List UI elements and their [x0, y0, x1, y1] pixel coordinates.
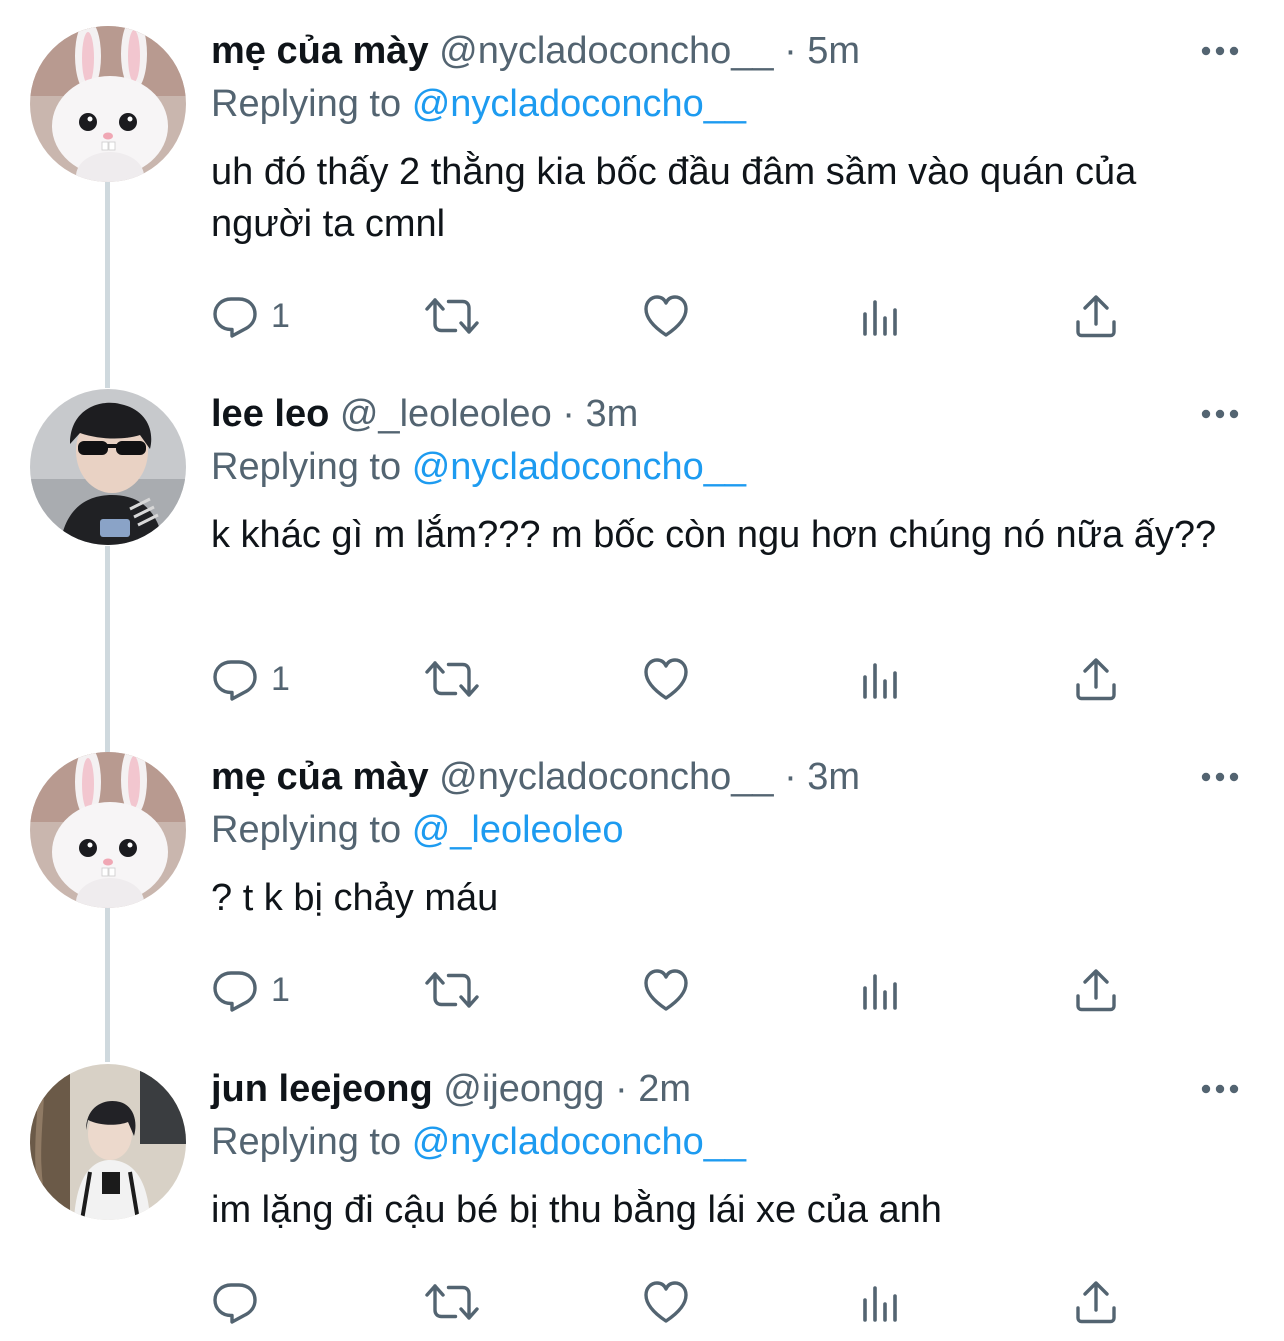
reply-button[interactable]: 1 [211, 288, 290, 344]
user-handle[interactable]: @nycladoconcho__ [439, 30, 773, 72]
reply-icon [211, 966, 259, 1014]
display-name[interactable]: jun leejeong [211, 1068, 433, 1110]
retweet-button[interactable] [424, 1274, 480, 1330]
views-button[interactable] [859, 651, 903, 707]
reply-button[interactable]: 1 [211, 651, 290, 707]
person-room-avatar-icon [30, 1064, 186, 1220]
reply-icon [211, 1278, 259, 1326]
reply-mention-link[interactable]: @nycladoconcho__ [412, 83, 746, 125]
tweet[interactable]: lee leo @_leoleoleo · 3m Replying to @ny… [0, 389, 1284, 719]
more-icon[interactable] [1200, 44, 1240, 58]
share-button[interactable] [1073, 651, 1119, 707]
separator-dot: · [784, 30, 797, 72]
retweet-icon [424, 292, 480, 340]
views-icon [859, 292, 903, 340]
replying-to-label: Replying to [211, 446, 402, 488]
replying-to: Replying to @_leoleoleo [211, 806, 624, 854]
share-button[interactable] [1073, 1274, 1119, 1330]
more-icon[interactable] [1200, 770, 1240, 784]
action-bar: 1 [211, 651, 1131, 707]
views-icon [859, 655, 903, 703]
like-button[interactable] [641, 962, 691, 1018]
replying-to: Replying to @nycladoconcho__ [211, 1118, 746, 1166]
separator-dot: · [562, 393, 575, 435]
tweet[interactable]: jun leejeong @ijeongg · 2m Replying to @… [0, 1064, 1284, 1341]
bunny-avatar-icon [30, 752, 186, 908]
timestamp[interactable]: 5m [807, 30, 860, 72]
reply-icon [211, 655, 259, 703]
like-button[interactable] [641, 651, 691, 707]
reply-button[interactable]: 1 [211, 962, 290, 1018]
share-icon [1073, 655, 1119, 703]
replying-to: Replying to @nycladoconcho__ [211, 443, 746, 491]
timestamp[interactable]: 3m [585, 393, 638, 435]
display-name[interactable]: mẹ của mày [211, 30, 429, 72]
more-icon[interactable] [1200, 1082, 1240, 1096]
like-icon [641, 655, 691, 703]
like-icon [641, 1278, 691, 1326]
replying-to: Replying to @nycladoconcho__ [211, 80, 746, 128]
avatar[interactable] [30, 389, 186, 545]
avatar[interactable] [30, 1064, 186, 1220]
tweet-text: k khác gì m lắm??? m bốc còn ngu hơn chú… [211, 514, 1217, 556]
like-button[interactable] [641, 1274, 691, 1330]
share-icon [1073, 1278, 1119, 1326]
retweet-icon [424, 966, 480, 1014]
retweet-icon [424, 1278, 480, 1326]
person-sunglasses-avatar-icon [30, 389, 186, 545]
like-icon [641, 966, 691, 1014]
timestamp[interactable]: 3m [807, 756, 860, 798]
separator-dot: · [614, 1068, 628, 1110]
share-button[interactable] [1073, 288, 1119, 344]
views-icon [859, 966, 903, 1014]
views-button[interactable] [859, 962, 903, 1018]
views-button[interactable] [859, 1274, 903, 1330]
tweet[interactable]: mẹ của mày @nycladoconcho__ · 5m Replyin… [0, 26, 1284, 356]
replying-to-label: Replying to [211, 1121, 402, 1163]
replying-to-label: Replying to [211, 809, 402, 851]
user-handle[interactable]: @_leoleoleo [340, 393, 552, 435]
action-bar: 1 [211, 288, 1131, 344]
reply-count: 1 [271, 660, 290, 698]
retweet-icon [424, 655, 480, 703]
display-name[interactable]: mẹ của mày [211, 756, 429, 798]
reply-icon [211, 292, 259, 340]
reply-mention-link[interactable]: @_leoleoleo [412, 809, 624, 851]
tweet[interactable]: mẹ của mày @nycladoconcho__ · 3m Replyin… [0, 752, 1284, 1032]
like-button[interactable] [641, 288, 691, 344]
timestamp[interactable]: 2m [638, 1068, 691, 1110]
user-handle[interactable]: @ijeongg [443, 1068, 604, 1110]
more-icon[interactable] [1200, 407, 1240, 421]
tweet-header: lee leo @_leoleoleo · 3m [211, 389, 638, 439]
reply-button[interactable] [211, 1274, 271, 1330]
tweet-header: mẹ của mày @nycladoconcho__ · 3m [211, 752, 860, 802]
retweet-button[interactable] [424, 651, 480, 707]
avatar[interactable] [30, 26, 186, 182]
separator-dot: · [784, 756, 797, 798]
display-name[interactable]: lee leo [211, 393, 329, 435]
avatar[interactable] [30, 752, 186, 908]
views-button[interactable] [859, 288, 903, 344]
share-icon [1073, 292, 1119, 340]
tweet-text: ? t k bị chảy máu [211, 877, 499, 919]
reply-count: 1 [271, 971, 290, 1009]
action-bar [211, 1274, 1131, 1330]
user-handle[interactable]: @nycladoconcho__ [439, 756, 773, 798]
views-icon [859, 1278, 903, 1326]
share-icon [1073, 966, 1119, 1014]
bunny-avatar-icon [30, 26, 186, 182]
tweet-text: im lặng đi cậu bé bị thu bằng lái xe của… [211, 1189, 942, 1231]
reply-mention-link[interactable]: @nycladoconcho__ [412, 1121, 746, 1163]
tweet-header: jun leejeong @ijeongg · 2m [211, 1064, 691, 1114]
tweet-header: mẹ của mày @nycladoconcho__ · 5m [211, 26, 860, 76]
action-bar: 1 [211, 962, 1131, 1018]
retweet-button[interactable] [424, 962, 480, 1018]
replying-to-label: Replying to [211, 83, 402, 125]
reply-count: 1 [271, 297, 290, 335]
tweet-text: uh đó thấy 2 thằng kia bốc đầu đâm sầm v… [211, 151, 1137, 245]
share-button[interactable] [1073, 962, 1119, 1018]
retweet-button[interactable] [424, 288, 480, 344]
like-icon [641, 292, 691, 340]
reply-mention-link[interactable]: @nycladoconcho__ [412, 446, 746, 488]
